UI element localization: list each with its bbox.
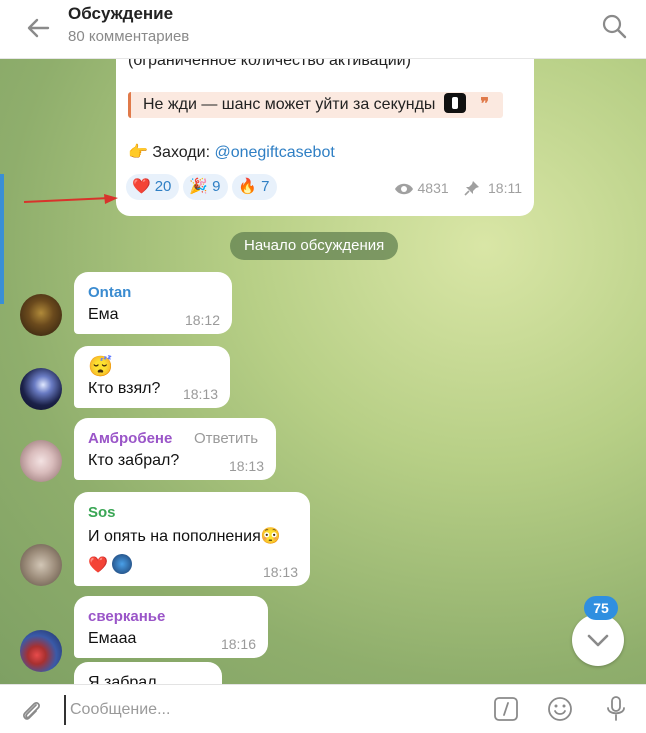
reaction-party[interactable]: 🎉 9	[183, 174, 229, 200]
heart-icon: ❤️	[88, 557, 108, 574]
reaction-count: 7	[261, 178, 270, 195]
message-text: Я забрал	[88, 674, 157, 684]
fire-icon: 🔥	[238, 178, 258, 195]
comments-count: 80 комментариев	[68, 28, 190, 45]
left-accent-bar	[0, 174, 4, 304]
party-popper-icon: 🎉	[189, 178, 209, 195]
pointing-hand-icon: 👉	[128, 144, 148, 161]
message-time: 18:16	[220, 636, 256, 652]
message-author[interactable]: Ontan	[88, 284, 131, 301]
back-arrow-icon[interactable]	[22, 12, 54, 44]
quote-text: Не жди — шанс может уйти за секунды	[143, 96, 436, 113]
pin-icon	[464, 181, 480, 196]
post-meta: 4831 18:11	[394, 180, 522, 196]
post-quote: Не жди — шанс может уйти за секунды ❞	[128, 92, 503, 118]
post-reactions: ❤️ 20 🎉 9 🔥 7	[126, 174, 281, 200]
message-time: 18:13	[182, 386, 218, 402]
post-text: (ограниченное количество активаций)	[128, 58, 411, 69]
eye-icon	[394, 183, 413, 195]
post-visit-line: 👉 Заходи: @onegiftcasebot	[128, 142, 335, 162]
message-text: Кто взял?	[88, 380, 161, 397]
avatar[interactable]	[20, 368, 62, 410]
message-author[interactable]: сверканье	[88, 608, 165, 625]
message-bubble[interactable]: сверканье Емааа 18:16	[74, 596, 268, 658]
chat-area[interactable]: (ограниченное количество активаций) Не ж…	[0, 58, 646, 684]
annotation-arrow-icon	[24, 194, 118, 204]
message-bubble[interactable]: Амбробене Ответить Кто забрал? 18:13	[74, 418, 276, 480]
message-text: Кто забрал?	[88, 452, 180, 469]
message-input[interactable]	[64, 695, 472, 725]
message-author[interactable]: Sos	[88, 504, 116, 521]
microphone-icon[interactable]	[604, 695, 628, 728]
discussion-start-divider: Начало обсуждения	[230, 232, 399, 260]
unread-badge: 75	[584, 596, 618, 620]
avatar[interactable]	[20, 294, 62, 336]
chat-title: Обсуждение	[68, 4, 174, 23]
message-text: Емааа	[88, 630, 137, 647]
message-time: 18:12	[184, 312, 220, 328]
search-icon[interactable]	[600, 12, 630, 42]
message-text: Ема	[88, 306, 119, 323]
reply-button[interactable]: Ответить	[194, 430, 258, 447]
heart-icon: ❤️	[132, 178, 151, 195]
chat-header: Обсуждение 80 комментариев	[0, 0, 646, 59]
avatar[interactable]	[20, 630, 62, 672]
message-text: И опять на пополнения😳	[88, 528, 281, 545]
reaction-fire[interactable]: 🔥 7	[232, 174, 278, 200]
reaction-count: 20	[154, 178, 172, 195]
channel-post: (ограниченное количество активаций) Не ж…	[116, 58, 534, 216]
reaction-heart[interactable]: ❤️ 20	[126, 174, 180, 200]
message-author[interactable]: Амбробене	[88, 430, 172, 447]
visit-prefix: Заходи:	[152, 144, 215, 161]
message-input-bar	[0, 684, 646, 733]
message-bubble[interactable]: Я забрал	[74, 662, 222, 684]
message-reactions[interactable]: ❤️	[88, 554, 133, 575]
reaction-count: 9	[212, 178, 221, 195]
quote-mark-icon: ❞	[480, 96, 489, 113]
sleeping-face-icon: 😴	[88, 356, 113, 378]
scroll-down-button[interactable]	[572, 614, 624, 666]
avatar[interactable]	[20, 544, 62, 586]
message-time: 18:13	[228, 458, 264, 474]
chevron-down-icon	[587, 634, 609, 647]
bot-commands-icon[interactable]	[493, 696, 519, 727]
emoji-icon[interactable]	[546, 695, 574, 728]
message-bubble[interactable]: Sos И опять на пополнения😳 ❤️ 18:13	[74, 492, 310, 586]
reactor-avatar	[112, 554, 133, 574]
message-bubble[interactable]: 😴 Кто взял? 18:13	[74, 346, 230, 408]
custom-emoji-icon	[443, 93, 466, 113]
views-count: 4831	[417, 180, 449, 196]
attachment-icon[interactable]	[18, 697, 44, 728]
bot-link[interactable]: @onegiftcasebot	[214, 144, 334, 161]
post-time: 18:11	[488, 180, 522, 196]
avatar[interactable]	[20, 440, 62, 482]
message-bubble[interactable]: Ontan Ема 18:12	[74, 272, 232, 334]
message-time: 18:13	[262, 564, 298, 580]
